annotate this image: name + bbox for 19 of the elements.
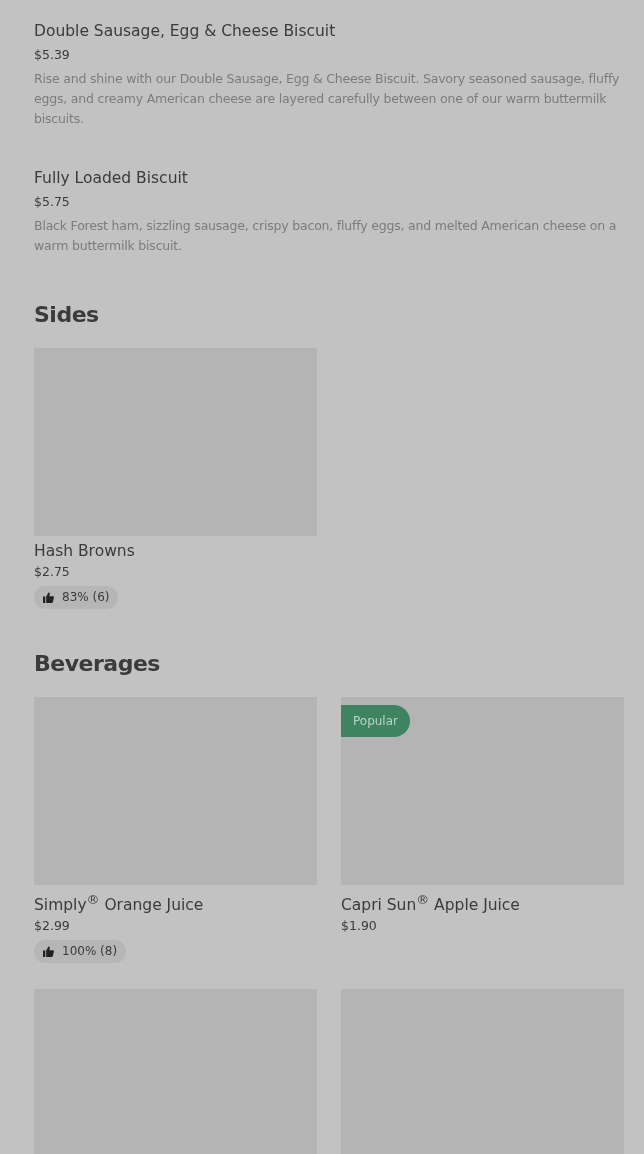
- product-price: $1.90: [341, 917, 378, 936]
- product-name[interactable]: Hash Browns: [34, 540, 317, 562]
- item-name[interactable]: Double Sausage, Egg & Cheese Biscuit: [34, 20, 624, 42]
- section-heading: Beverages: [34, 650, 161, 678]
- item-price: $5.39: [34, 46, 71, 64]
- rating-text: 100% (8): [62, 943, 118, 961]
- product-price: $2.75: [34, 563, 71, 581]
- thumbs-up-icon: [43, 592, 54, 603]
- product-name[interactable]: Simply$^{®}$ Orange Juice: [34, 889, 317, 917]
- product-price: $2.99: [34, 917, 71, 936]
- item-price: $5.75: [34, 193, 71, 211]
- item-description: Black Forest ham, sizzling sausage, crispy bacon, fluffy eggs, and melted American cheese on a warm buttermilk biscuit.: [34, 217, 618, 255]
- item-name[interactable]: Fully Loaded Biscuit: [34, 167, 624, 189]
- thumbs-up-icon: [43, 946, 54, 958]
- item-description: Rise and shine with our Double Sausage, Egg & Cheese Biscuit. Savory seasoned sausage, fluffy eggs, and creamy American cheese are layered carefully between one of our warm buttermilk biscuits.: [34, 70, 621, 128]
- section-heading: Sides: [34, 301, 100, 329]
- rating-text: 83% (6): [62, 589, 110, 606]
- product-name[interactable]: Capri Sun$^{®}$ Apple Juice: [341, 889, 624, 917]
- popular-badge: Popular: [341, 705, 410, 737]
